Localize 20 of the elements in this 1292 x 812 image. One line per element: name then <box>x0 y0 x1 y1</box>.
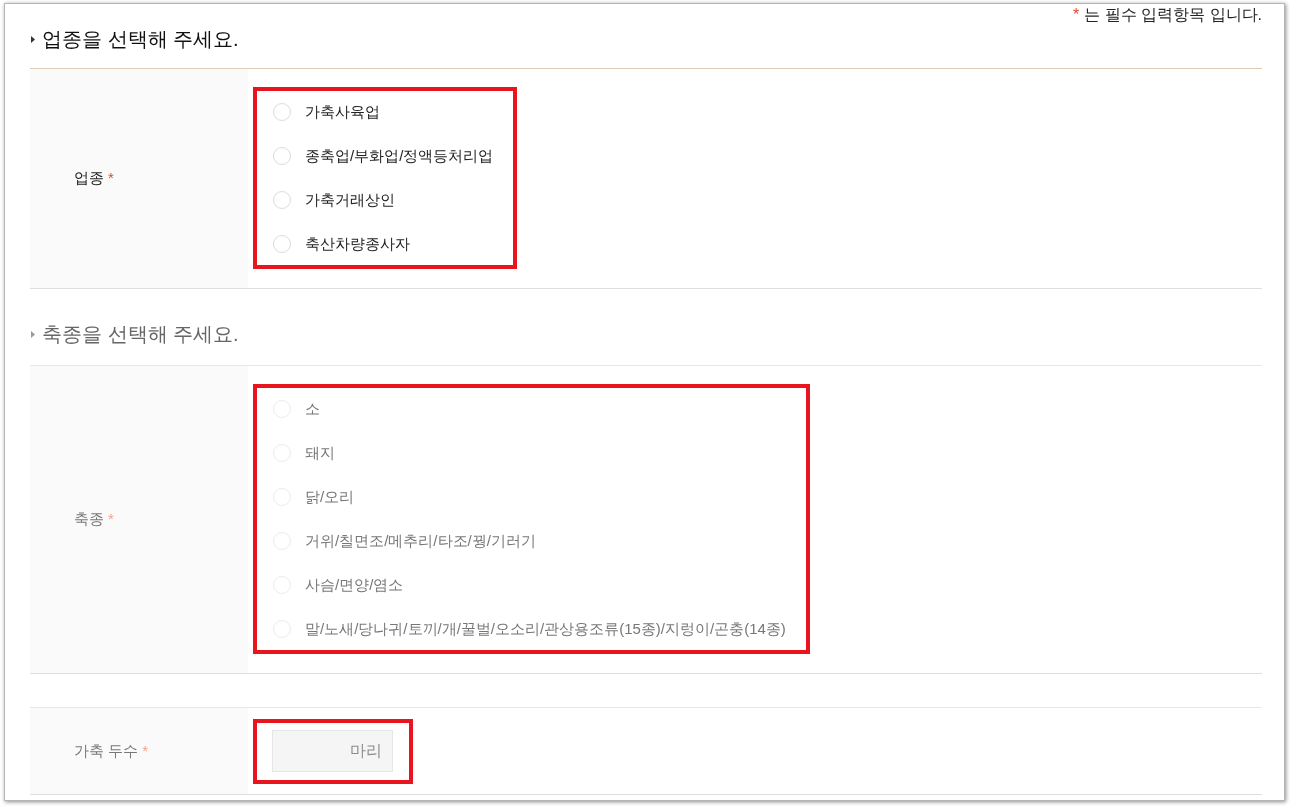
option-label[interactable]: 종축업/부화업/정액등처리업 <box>305 144 494 168</box>
field-label: 가축 두수 <box>74 740 139 761</box>
radio-button[interactable] <box>273 147 291 165</box>
radio-button[interactable] <box>273 235 291 253</box>
option-label[interactable]: 가축사육업 <box>305 100 380 124</box>
field-label: 축종 <box>74 509 104 530</box>
radio-button[interactable] <box>273 103 291 121</box>
field-label: 업종 <box>74 168 104 189</box>
required-mark: * <box>1073 4 1080 25</box>
triangle-icon <box>31 330 35 338</box>
triangle-icon <box>31 35 35 43</box>
radio-button[interactable] <box>273 191 291 209</box>
option-label[interactable]: 축산차량종사자 <box>305 232 410 256</box>
section-heading: 업종을 선택해 주세요. <box>42 27 239 51</box>
option-label[interactable]: 가축거래상인 <box>305 188 395 212</box>
required-mark: * <box>142 740 148 761</box>
required-mark: * <box>108 168 114 189</box>
required-note: 는 필수 입력항목 입니다. <box>1084 4 1262 25</box>
required-mark: * <box>108 509 114 530</box>
section-heading: 축종을 선택해 주세요. <box>42 322 239 346</box>
